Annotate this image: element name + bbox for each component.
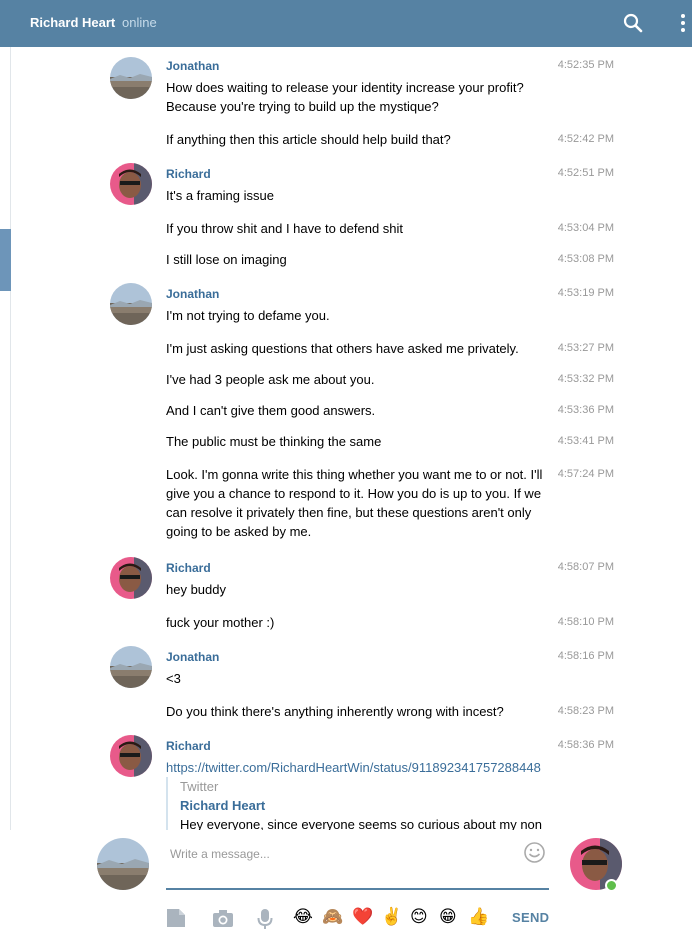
message-text: If you throw shit and I have to defend s… bbox=[166, 221, 404, 236]
message-history[interactable]: Jonathan 4:52:35 PM How does waiting to … bbox=[11, 47, 692, 830]
message-time: 4:52:51 PM bbox=[557, 167, 614, 179]
message-text: The public must be thinking the same bbox=[166, 434, 382, 449]
message-text: And I can't give them good answers. bbox=[166, 403, 376, 418]
message-text: Look. I'm gonna write this thing whether… bbox=[166, 467, 543, 539]
message-text: If anything then this article should hel… bbox=[166, 132, 451, 147]
landscape-avatar[interactable] bbox=[110, 57, 152, 99]
emoji-victory[interactable]: ✌️ bbox=[381, 907, 402, 927]
dialogs-toggle[interactable] bbox=[0, 229, 11, 291]
chat-header: Richard Heart online bbox=[0, 0, 692, 47]
message-link[interactable]: https://twitter.com/RichardHeartWin/stat… bbox=[166, 758, 586, 777]
message-time: 4:58:23 PM bbox=[557, 705, 614, 717]
message-time: 4:53:08 PM bbox=[557, 253, 614, 265]
message-time: 4:52:42 PM bbox=[557, 133, 614, 145]
message-author[interactable]: Jonathan bbox=[166, 59, 219, 73]
peer-name[interactable]: Richard Heart bbox=[30, 15, 115, 30]
message-time: 4:52:35 PM bbox=[557, 59, 614, 71]
preview-description: Hey everyone, since everyone seems so cu… bbox=[180, 817, 543, 830]
message-text: <3 bbox=[166, 671, 181, 686]
message-composer: 😂 🙈 ❤️ ✌️ 😊 😁 👍 SEND bbox=[0, 830, 692, 935]
preview-site: Twitter bbox=[180, 779, 219, 794]
preview-title[interactable]: Richard Heart bbox=[180, 796, 546, 815]
link-preview[interactable]: Twitter Richard Heart Hey everyone, sinc… bbox=[166, 777, 546, 830]
emoji-heart[interactable]: ❤️ bbox=[352, 907, 373, 927]
input-underline bbox=[166, 888, 549, 890]
message-text: I'm just asking questions that others ha… bbox=[166, 341, 519, 356]
smile-icon[interactable] bbox=[523, 841, 546, 864]
message-time: 4:53:27 PM bbox=[557, 342, 614, 354]
message-input[interactable] bbox=[166, 836, 511, 872]
message-time: 4:58:36 PM bbox=[557, 739, 614, 751]
emoji-laughing[interactable]: 😂 bbox=[293, 907, 313, 927]
more-vertical-icon[interactable] bbox=[676, 12, 690, 34]
send-button[interactable]: SEND bbox=[512, 910, 549, 925]
emoji-grin[interactable]: 😁 bbox=[439, 907, 457, 927]
message-author[interactable]: Jonathan bbox=[166, 650, 219, 664]
message-time: 4:53:19 PM bbox=[557, 287, 614, 299]
message-author[interactable]: Richard bbox=[166, 739, 211, 753]
file-icon[interactable] bbox=[166, 908, 186, 928]
message-text: I've had 3 people ask me about you. bbox=[166, 372, 375, 387]
emoji-thumbs-up[interactable]: 👍 bbox=[468, 907, 489, 927]
message-text: I still lose on imaging bbox=[166, 252, 287, 267]
message-author[interactable]: Richard bbox=[166, 561, 211, 575]
message-text: Do you think there's anything inherently… bbox=[166, 704, 504, 719]
message-author[interactable]: Richard bbox=[166, 167, 211, 181]
peer-status: online bbox=[122, 15, 157, 30]
online-indicator bbox=[605, 879, 618, 892]
message-time: 4:58:16 PM bbox=[557, 650, 614, 662]
message-time: 4:53:36 PM bbox=[557, 404, 614, 416]
emoji-blush[interactable]: 😊 bbox=[410, 907, 428, 927]
search-icon[interactable] bbox=[622, 12, 644, 34]
person-avatar[interactable] bbox=[110, 163, 152, 205]
message-text: How does waiting to release your identit… bbox=[166, 80, 524, 114]
landscape-avatar[interactable] bbox=[110, 646, 152, 688]
message-text: It's a framing issue bbox=[166, 188, 274, 203]
message-text: hey buddy bbox=[166, 582, 226, 597]
message-time: 4:53:41 PM bbox=[557, 435, 614, 447]
microphone-icon[interactable] bbox=[257, 908, 273, 930]
person-avatar[interactable] bbox=[110, 735, 152, 777]
message-text: fuck your mother :) bbox=[166, 615, 275, 630]
person-avatar[interactable] bbox=[110, 557, 152, 599]
emoji-monkey[interactable]: 🙈 bbox=[322, 907, 343, 927]
landscape-avatar[interactable] bbox=[110, 283, 152, 325]
message-text: I'm not trying to defame you. bbox=[166, 308, 330, 323]
message-time: 4:58:07 PM bbox=[557, 561, 614, 573]
my-avatar[interactable] bbox=[97, 838, 149, 890]
message-time: 4:53:32 PM bbox=[557, 373, 614, 385]
message-time: 4:57:24 PM bbox=[557, 468, 614, 480]
message-time: 4:53:04 PM bbox=[557, 222, 614, 234]
message-time: 4:58:10 PM bbox=[557, 616, 614, 628]
camera-icon[interactable] bbox=[212, 908, 234, 928]
message-author[interactable]: Jonathan bbox=[166, 287, 219, 301]
